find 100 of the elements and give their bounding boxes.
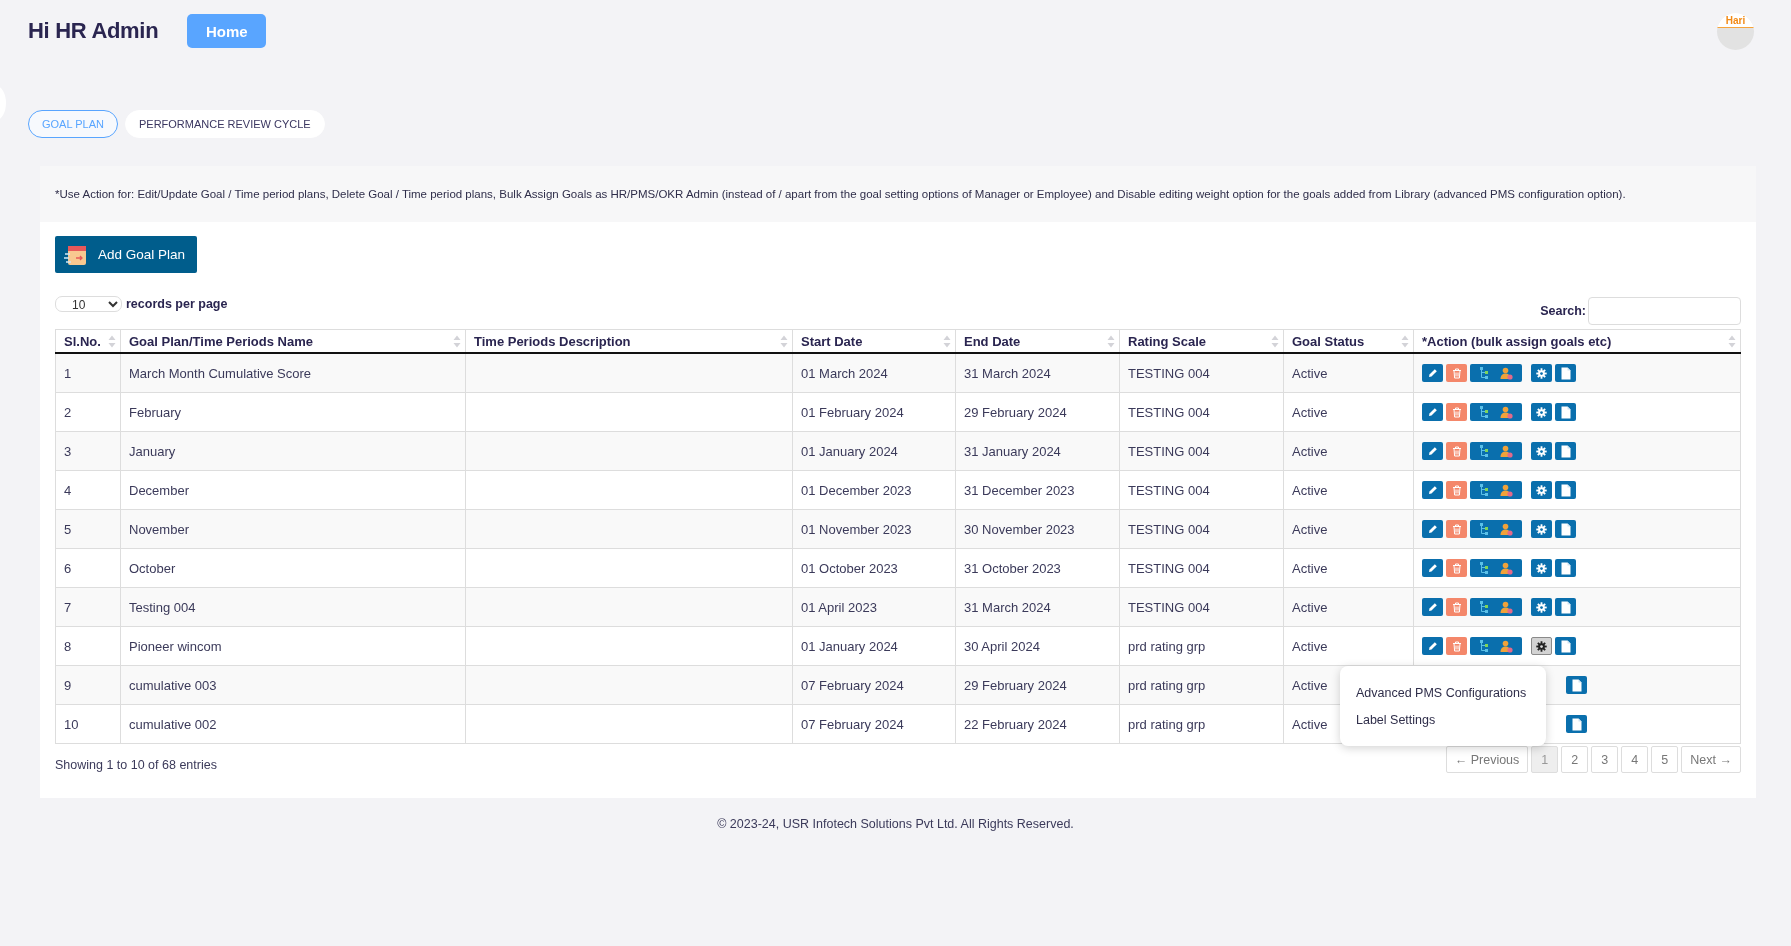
pencil-icon bbox=[1427, 524, 1438, 534]
table-cell: 31 October 2023 bbox=[955, 548, 1120, 588]
document-button[interactable] bbox=[1555, 559, 1576, 577]
settings-button[interactable] bbox=[1531, 520, 1552, 538]
document-button[interactable] bbox=[1555, 637, 1576, 655]
table-cell: 01 April 2023 bbox=[792, 587, 956, 627]
table-cell: 01 January 2024 bbox=[792, 431, 956, 471]
bulk-assign-button[interactable] bbox=[1470, 559, 1522, 577]
user-icon bbox=[1499, 522, 1513, 536]
document-button[interactable] bbox=[1555, 442, 1576, 460]
settings-button[interactable] bbox=[1531, 637, 1552, 655]
table-cell: January bbox=[120, 431, 466, 471]
settings-button[interactable] bbox=[1531, 403, 1552, 421]
table-cell: cumulative 003 bbox=[120, 665, 466, 705]
table-cell: Active bbox=[1283, 587, 1414, 627]
bulk-assign-button[interactable] bbox=[1470, 598, 1522, 616]
table-cell: November bbox=[120, 509, 466, 549]
hierarchy-icon bbox=[1479, 522, 1489, 536]
settings-button[interactable] bbox=[1531, 364, 1552, 382]
bulk-assign-button[interactable] bbox=[1470, 364, 1522, 382]
trash-icon bbox=[1451, 367, 1462, 379]
edit-button[interactable] bbox=[1422, 598, 1443, 616]
settings-button[interactable] bbox=[1531, 481, 1552, 499]
pencil-icon bbox=[1427, 563, 1438, 573]
bulk-assign-button[interactable] bbox=[1470, 481, 1522, 499]
edit-button[interactable] bbox=[1422, 364, 1443, 382]
pencil-icon bbox=[1427, 485, 1438, 495]
table-cell: March Month Cumulative Score bbox=[120, 353, 466, 393]
table-cell: Active bbox=[1283, 392, 1414, 432]
pencil-icon bbox=[1427, 368, 1438, 378]
document-icon bbox=[1560, 366, 1571, 380]
page-button[interactable]: ← Previous bbox=[1445, 746, 1529, 773]
settings-button[interactable] bbox=[1531, 442, 1552, 460]
trash-icon bbox=[1451, 562, 1462, 574]
copyright-text: © 2023-24, USR Infotech Solutions Pvt Ltd. All Rights Reserved. bbox=[717, 817, 1074, 831]
table-cell: 6 bbox=[55, 548, 121, 588]
hierarchy-icon bbox=[1479, 561, 1489, 575]
document-icon bbox=[1571, 678, 1582, 692]
search-field[interactable] bbox=[1588, 297, 1741, 325]
user-icon bbox=[1499, 483, 1513, 497]
document-button[interactable] bbox=[1566, 715, 1587, 733]
table-cell: 01 March 2024 bbox=[792, 353, 956, 393]
bulk-assign-button[interactable] bbox=[1470, 637, 1522, 655]
page-button[interactable]: 2 bbox=[1561, 746, 1589, 773]
page-button[interactable]: Next → bbox=[1681, 746, 1741, 773]
trash-icon bbox=[1451, 445, 1462, 457]
gear-icon bbox=[1536, 562, 1547, 574]
table-cell: 01 December 2023 bbox=[792, 470, 956, 510]
gear-icon bbox=[1536, 601, 1547, 613]
document-button[interactable] bbox=[1555, 481, 1576, 499]
search-label: Search: bbox=[1540, 304, 1586, 318]
edit-button[interactable] bbox=[1422, 520, 1443, 538]
edit-button[interactable] bbox=[1422, 637, 1443, 655]
settings-button[interactable] bbox=[1531, 559, 1552, 577]
user-icon bbox=[1499, 600, 1513, 614]
document-icon bbox=[1560, 444, 1571, 458]
document-icon bbox=[1560, 522, 1571, 536]
table-cell: 29 February 2024 bbox=[955, 392, 1120, 432]
bulk-assign-button[interactable] bbox=[1470, 442, 1522, 460]
gear-icon bbox=[1536, 406, 1547, 418]
document-button[interactable] bbox=[1566, 676, 1587, 694]
table-cell: 31 March 2024 bbox=[955, 353, 1120, 393]
table-cell: prd rating grp bbox=[1119, 626, 1284, 666]
settings-button[interactable] bbox=[1531, 598, 1552, 616]
records-per-page-label: records per page bbox=[126, 297, 228, 311]
table-cell: Active bbox=[1283, 509, 1414, 549]
greeting-title: Hi HR Admin bbox=[28, 18, 159, 44]
edit-button[interactable] bbox=[1422, 442, 1443, 460]
edit-button[interactable] bbox=[1422, 559, 1443, 577]
document-icon bbox=[1560, 483, 1571, 497]
table-cell: 07 February 2024 bbox=[792, 704, 956, 744]
page-button[interactable]: 5 bbox=[1651, 746, 1679, 773]
table-cell: February bbox=[120, 392, 466, 432]
document-button[interactable] bbox=[1555, 403, 1576, 421]
edit-button[interactable] bbox=[1422, 481, 1443, 499]
table-cell: Active bbox=[1283, 626, 1414, 666]
document-icon bbox=[1560, 639, 1571, 653]
bulk-assign-button[interactable] bbox=[1470, 520, 1522, 538]
page-length-select[interactable]: 10 bbox=[55, 296, 122, 312]
table-cell: 31 January 2024 bbox=[955, 431, 1120, 471]
user-icon bbox=[1499, 561, 1513, 575]
table-cell: 2 bbox=[55, 392, 121, 432]
table-cell: 01 January 2024 bbox=[792, 626, 956, 666]
trash-icon bbox=[1451, 601, 1462, 613]
gear-icon bbox=[1536, 640, 1547, 652]
bulk-assign-button[interactable] bbox=[1470, 403, 1522, 421]
user-icon bbox=[1499, 639, 1513, 653]
add-goal-plan-button[interactable]: Add Goal Plan bbox=[55, 236, 198, 273]
user-icon bbox=[1499, 444, 1513, 458]
tab[interactable]: PERFORMANCE REVIEW CYCLE bbox=[124, 110, 325, 138]
edit-button[interactable] bbox=[1422, 403, 1443, 421]
document-button[interactable] bbox=[1555, 364, 1576, 382]
user-icon bbox=[1499, 366, 1513, 380]
document-button[interactable] bbox=[1555, 520, 1576, 538]
menu-item[interactable]: Label Settings bbox=[1340, 707, 1546, 734]
gear-icon bbox=[1536, 367, 1547, 379]
page-button[interactable]: 3 bbox=[1591, 746, 1619, 773]
document-button[interactable] bbox=[1555, 598, 1576, 616]
page-button[interactable]: 4 bbox=[1621, 746, 1649, 773]
instruction-note: *Use Action for: Edit/Update Goal / Time period plans, Delete Goal / Time period plans, Bulk Assign Goals as HR/PMS/OKR Admin (instead of / apart from the goal setting options of Manager or Employee) and Disable editing weight option for the goals added from Library (advanced PMS configuration option). bbox=[40, 166, 1756, 222]
